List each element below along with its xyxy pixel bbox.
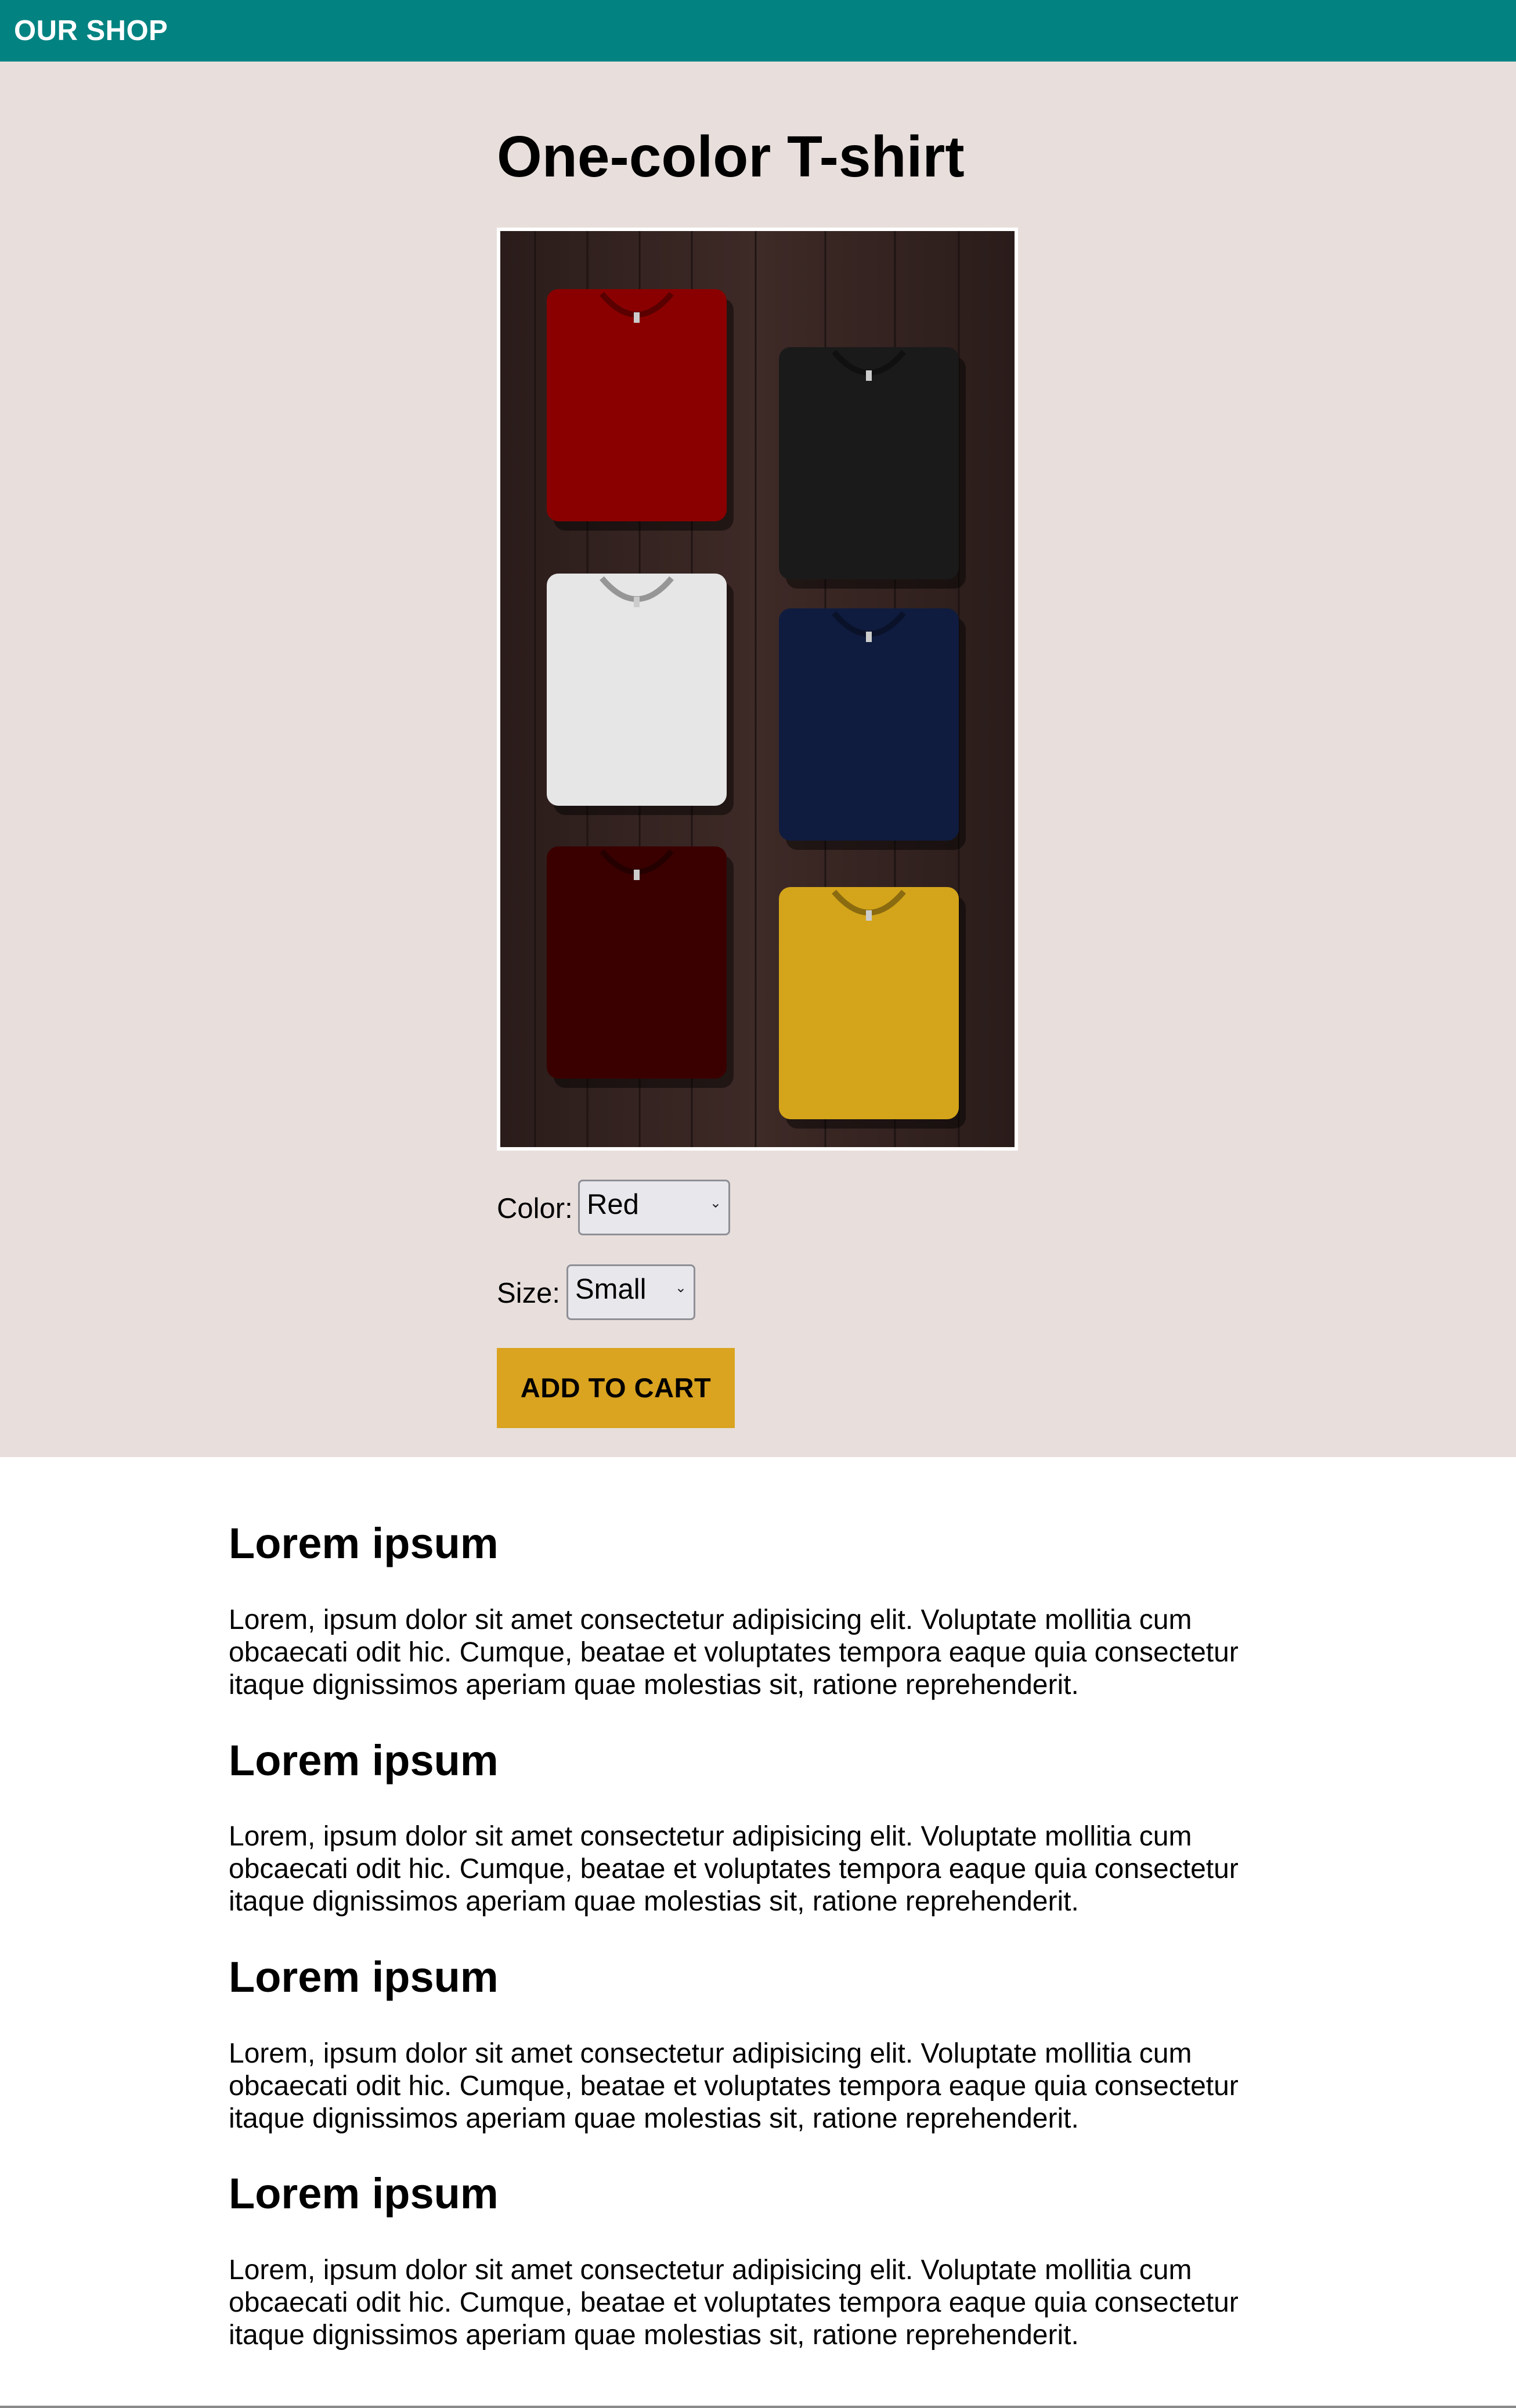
section-heading: Lorem ipsum xyxy=(229,1736,499,1785)
section-heading: Lorem ipsum xyxy=(229,1519,499,1567)
product-title: One-color T-shirt xyxy=(497,124,965,189)
color-select[interactable]: Red ⌄ xyxy=(578,1180,730,1235)
folded-shirt xyxy=(779,887,966,1129)
add-to-cart-button[interactable]: ADD TO CART xyxy=(497,1348,735,1428)
folded-shirt xyxy=(779,608,966,850)
size-label: Size: xyxy=(497,1278,560,1309)
section-body: Lorem, ipsum dolor sit amet consectetur … xyxy=(229,2038,1239,2134)
section-heading: Lorem ipsum xyxy=(229,1953,499,2001)
product-image xyxy=(497,228,1018,1151)
color-select-value: Red xyxy=(587,1189,639,1220)
folded-shirt xyxy=(547,574,734,815)
site-header: OUR SHOP xyxy=(0,0,1516,62)
folded-shirt xyxy=(547,846,734,1088)
section-body: Lorem, ipsum dolor sit amet consectetur … xyxy=(229,1821,1239,1917)
chevron-down-icon: ⌄ xyxy=(674,1280,687,1296)
section-heading: Lorem ipsum xyxy=(229,2169,499,2218)
folded-shirt xyxy=(779,347,966,589)
chevron-down-icon: ⌄ xyxy=(709,1195,721,1211)
size-select-value: Small xyxy=(575,1274,647,1305)
tshirts-photo-icon xyxy=(500,231,1015,1147)
folded-shirt xyxy=(547,289,734,531)
color-label: Color: xyxy=(497,1193,573,1224)
section-body: Lorem, ipsum dolor sit amet consectetur … xyxy=(229,1605,1239,1700)
size-select[interactable]: Small ⌄ xyxy=(566,1264,695,1320)
section-body: Lorem, ipsum dolor sit amet consectetur … xyxy=(229,2255,1239,2351)
page-bottom-divider xyxy=(0,2406,1516,2408)
brand-logo-text[interactable]: OUR SHOP xyxy=(14,15,168,47)
